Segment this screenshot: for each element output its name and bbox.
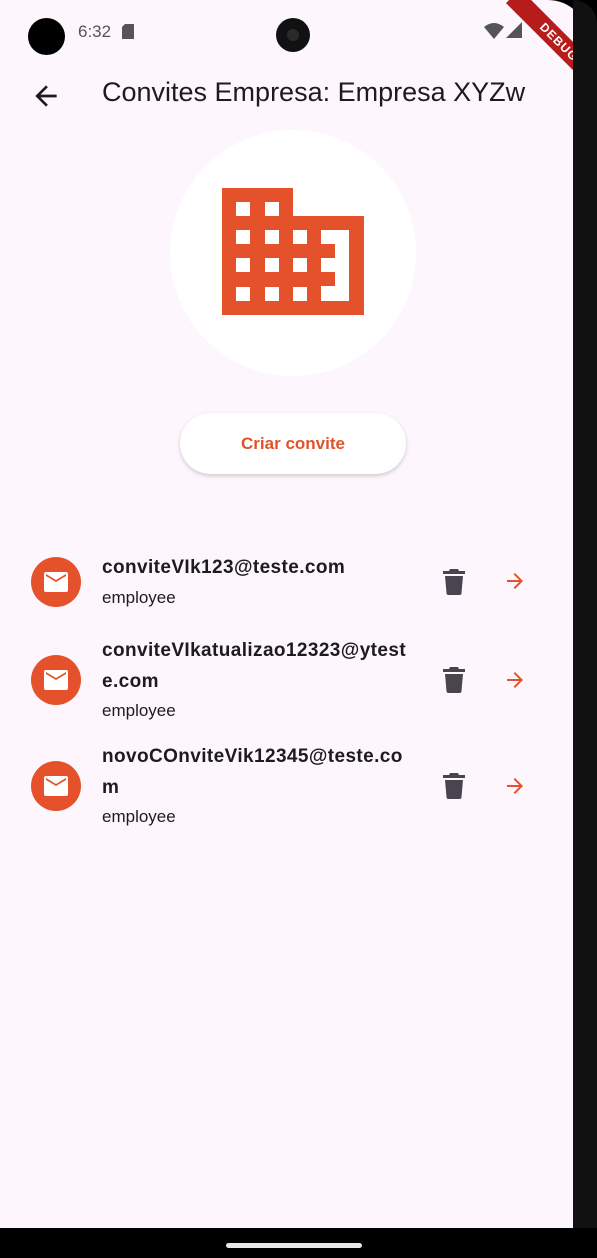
create-invite-button[interactable]: Criar convite	[180, 413, 406, 474]
page-title: Convites Empresa: Empresa XYZw	[102, 77, 526, 107]
trash-icon[interactable]	[443, 773, 465, 799]
invite-email: novoCOnviteVik12345@teste.com	[102, 746, 403, 798]
invite-email: conviteVIk123@teste.com	[102, 557, 346, 578]
email-icon	[44, 670, 68, 690]
building-icon	[222, 188, 364, 315]
front-camera	[276, 18, 310, 52]
phone-bezel	[573, 0, 597, 1258]
invite-avatar	[31, 557, 81, 607]
status-time: 6:32	[78, 22, 112, 41]
invite-role: employee	[102, 807, 176, 826]
camera-cutout	[28, 18, 65, 55]
app-screen: 6:32 DEBUG Convites Empresa: Empresa XYZ…	[0, 0, 588, 1228]
back-arrow-icon[interactable]	[30, 80, 62, 112]
sd-card-icon	[122, 24, 134, 39]
invite-email: conviteVIkatualizao12323@yteste.com	[102, 640, 407, 692]
arrow-forward-icon[interactable]	[502, 774, 528, 798]
email-icon	[44, 776, 68, 796]
arrow-forward-icon[interactable]	[502, 569, 528, 593]
invite-avatar	[31, 761, 81, 811]
home-indicator[interactable]	[226, 1243, 362, 1248]
invite-avatar	[31, 655, 81, 705]
email-icon	[44, 572, 68, 592]
trash-icon[interactable]	[443, 667, 465, 693]
arrow-forward-icon[interactable]	[502, 668, 528, 692]
invite-role: employee	[102, 701, 176, 720]
trash-icon[interactable]	[443, 569, 465, 595]
invite-role: employee	[102, 588, 176, 607]
